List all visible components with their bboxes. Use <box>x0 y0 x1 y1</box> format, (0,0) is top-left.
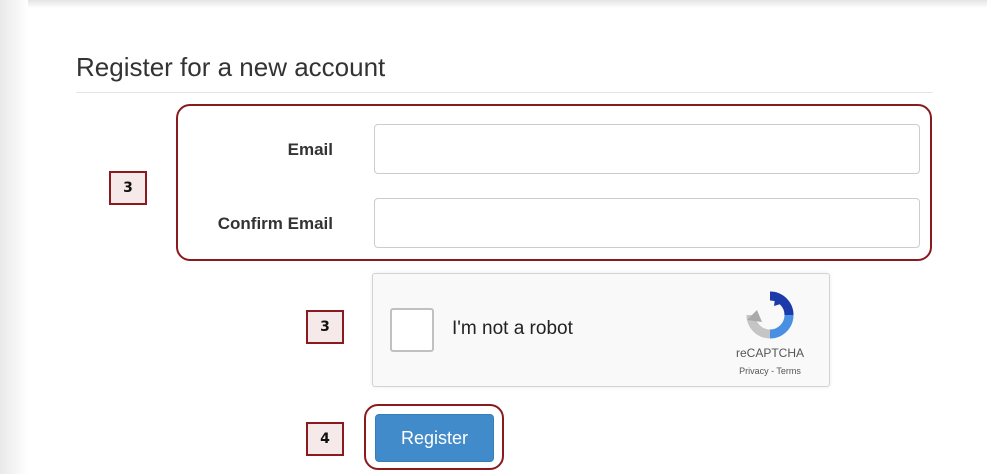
top-shadow <box>0 0 987 8</box>
recaptcha-label: I'm not a robot <box>452 318 573 339</box>
fields-callout <box>176 104 932 261</box>
title-divider <box>76 92 933 93</box>
recaptcha-privacy-terms-links[interactable]: Privacy - Terms <box>720 366 820 376</box>
recaptcha-brand: reCAPTCHA <box>735 346 804 360</box>
recaptcha-logo-icon <box>746 291 794 339</box>
step-badge-captcha: 3 <box>306 310 344 344</box>
register-button[interactable]: Register <box>375 414 494 462</box>
step-badge-register: 4 <box>306 422 344 456</box>
page-title: Register for a new account <box>76 52 386 82</box>
left-shadow <box>0 0 28 474</box>
step-badge-fields: 3 <box>109 171 147 205</box>
recaptcha-checkbox[interactable] <box>390 308 434 352</box>
